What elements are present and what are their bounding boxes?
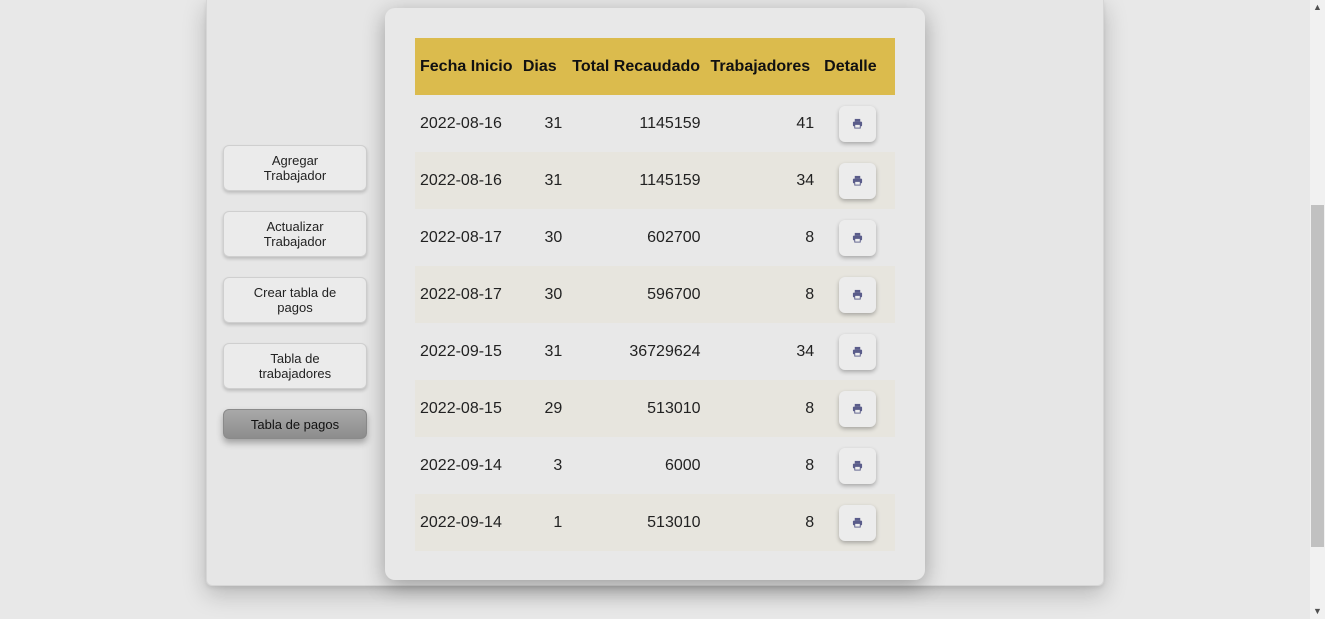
cell-trabajadores: 34 xyxy=(796,171,815,189)
cell-dias: 3 xyxy=(553,456,563,474)
table-header-row: Fecha Inicio Dias Total Recaudado Trabaj… xyxy=(415,38,895,95)
cell-detalle xyxy=(819,494,895,551)
print-detail-button[interactable] xyxy=(838,390,876,427)
crear-tabla-pagos-button[interactable]: Crear tabla de pagos xyxy=(223,277,367,323)
cell-total-recaudado: 1145159 xyxy=(639,171,701,189)
cell-dias: 31 xyxy=(544,114,563,132)
header-detalle: Detalle xyxy=(824,57,877,75)
print-detail-button[interactable] xyxy=(838,333,876,370)
cell-dias: 29 xyxy=(544,399,563,417)
cell-dias: 31 xyxy=(544,342,563,360)
printer-icon xyxy=(852,460,863,471)
cell-trabajadores: 8 xyxy=(805,456,815,474)
cell-total-recaudado: 6000 xyxy=(664,456,701,474)
table-row: 2022-08-15 29 513010 8 xyxy=(415,380,895,437)
cell-total-recaudado: 602700 xyxy=(647,228,701,246)
print-detail-button[interactable] xyxy=(838,276,876,313)
cell-total-recaudado: 513010 xyxy=(647,399,701,417)
cell-detalle xyxy=(819,323,895,380)
cell-trabajadores: 34 xyxy=(796,342,815,360)
cell-fecha-inicio: 2022-09-15 xyxy=(420,342,502,360)
cell-fecha-inicio: 2022-08-16 xyxy=(420,114,502,132)
cell-trabajadores: 8 xyxy=(805,285,815,303)
header-total-recaudado: Total Recaudado xyxy=(572,57,701,75)
cell-detalle xyxy=(819,380,895,437)
cell-dias: 30 xyxy=(544,228,563,246)
tabla-trabajadores-button[interactable]: Tabla de trabajadores xyxy=(223,343,367,389)
cell-trabajadores: 8 xyxy=(805,513,815,531)
pagos-table: Fecha Inicio Dias Total Recaudado Trabaj… xyxy=(415,38,895,551)
printer-icon xyxy=(852,289,863,300)
header-fecha-inicio: Fecha Inicio xyxy=(420,57,513,75)
print-detail-button[interactable] xyxy=(838,219,876,256)
cell-trabajadores: 8 xyxy=(805,399,815,417)
cell-fecha-inicio: 2022-08-15 xyxy=(420,399,502,417)
table-row: 2022-09-14 1 513010 8 xyxy=(415,494,895,551)
cell-total-recaudado: 596700 xyxy=(647,285,701,303)
page-scrollbar[interactable]: ▲ ▼ xyxy=(1310,0,1325,619)
table-row: 2022-08-16 31 1145159 41 xyxy=(415,95,895,152)
print-detail-button[interactable] xyxy=(838,105,876,142)
table-row: 2022-09-14 3 6000 8 xyxy=(415,437,895,494)
printer-icon xyxy=(852,175,863,186)
cell-total-recaudado: 36729624 xyxy=(629,342,701,360)
cell-fecha-inicio: 2022-08-16 xyxy=(420,171,502,189)
actualizar-trabajador-button[interactable]: Actualizar Trabajador xyxy=(223,211,367,257)
pagos-modal: Fecha Inicio Dias Total Recaudado Trabaj… xyxy=(385,8,925,580)
cell-trabajadores: 41 xyxy=(796,114,815,132)
cell-detalle xyxy=(819,209,895,266)
print-detail-button[interactable] xyxy=(838,162,876,199)
cell-detalle xyxy=(819,95,895,152)
table-row: 2022-08-17 30 602700 8 xyxy=(415,209,895,266)
table-row: 2022-09-15 31 36729624 34 xyxy=(415,323,895,380)
cell-total-recaudado: 513010 xyxy=(647,513,701,531)
cell-detalle xyxy=(819,266,895,323)
printer-icon xyxy=(852,232,863,243)
printer-icon xyxy=(852,118,863,129)
table-row: 2022-08-16 31 1145159 34 xyxy=(415,152,895,209)
cell-dias: 30 xyxy=(544,285,563,303)
printer-icon xyxy=(852,346,863,357)
print-detail-button[interactable] xyxy=(838,447,876,484)
cell-detalle xyxy=(819,152,895,209)
agregar-trabajador-button[interactable]: Agregar Trabajador xyxy=(223,145,367,191)
cell-dias: 1 xyxy=(553,513,563,531)
scroll-thumb[interactable] xyxy=(1311,205,1324,547)
header-trabajadores: Trabajadores xyxy=(710,57,811,75)
printer-icon xyxy=(852,517,863,528)
header-dias: Dias xyxy=(522,57,557,75)
cell-fecha-inicio: 2022-08-17 xyxy=(420,228,502,246)
cell-trabajadores: 8 xyxy=(805,228,815,246)
sidebar-menu: Agregar Trabajador Actualizar Trabajador… xyxy=(223,145,367,459)
printer-icon xyxy=(852,403,863,414)
cell-fecha-inicio: 2022-09-14 xyxy=(420,456,502,474)
cell-total-recaudado: 1145159 xyxy=(639,114,701,132)
cell-fecha-inicio: 2022-08-17 xyxy=(420,285,502,303)
table-row: 2022-08-17 30 596700 8 xyxy=(415,266,895,323)
cell-dias: 31 xyxy=(544,171,563,189)
cell-fecha-inicio: 2022-09-14 xyxy=(420,513,502,531)
scroll-down-arrow-icon[interactable]: ▼ xyxy=(1310,604,1325,619)
cell-detalle xyxy=(819,437,895,494)
print-detail-button[interactable] xyxy=(838,504,876,541)
scroll-up-arrow-icon[interactable]: ▲ xyxy=(1310,0,1325,15)
tabla-pagos-button[interactable]: Tabla de pagos xyxy=(223,409,367,439)
